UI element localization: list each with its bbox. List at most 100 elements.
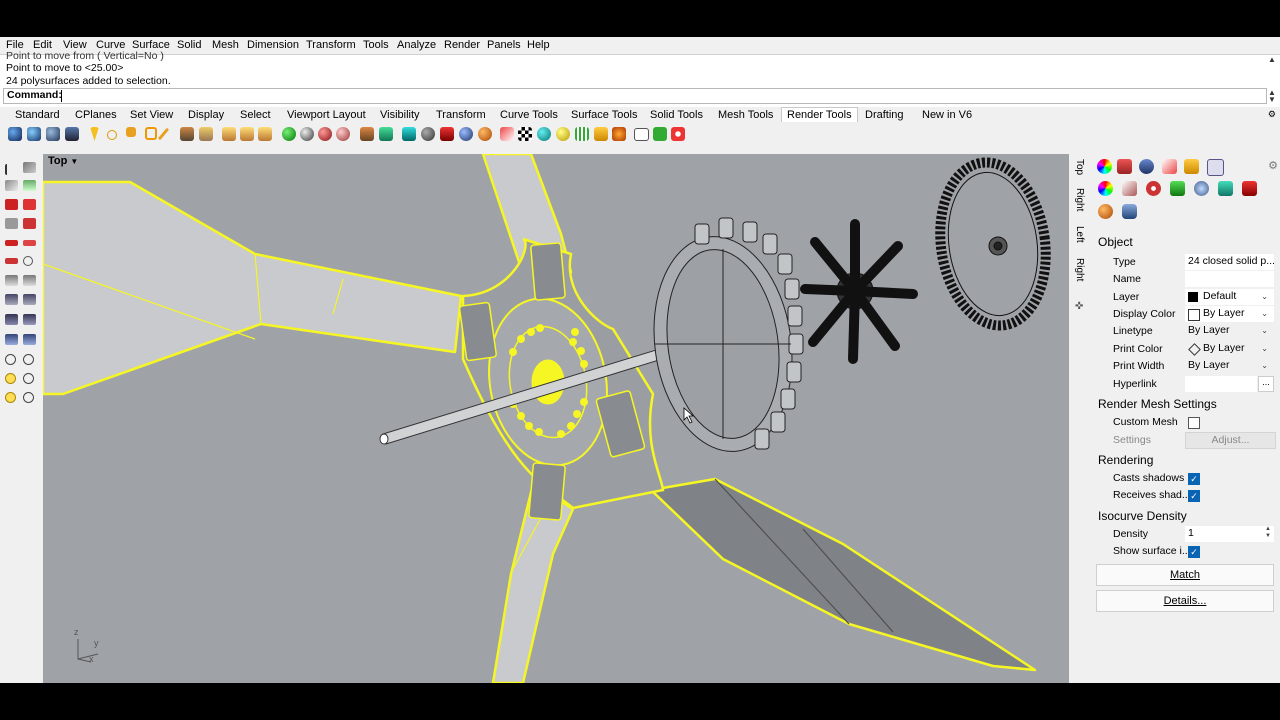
material-tab-icon[interactable] xyxy=(1117,159,1132,174)
linear-light-icon[interactable] xyxy=(157,127,170,141)
mesh-icon[interactable] xyxy=(5,314,18,325)
render-sphere-orange-icon[interactable] xyxy=(478,127,492,141)
tab-set-view[interactable]: Set View xyxy=(130,109,173,121)
sun-settings-icon[interactable] xyxy=(612,127,626,141)
red-box-icon[interactable] xyxy=(1242,181,1257,196)
add-view-icon[interactable]: ✜ xyxy=(1075,301,1083,312)
viewport-top[interactable]: Top ▼ z y x xyxy=(43,154,1069,683)
tab-select[interactable]: Select xyxy=(240,109,271,121)
folder-icon[interactable] xyxy=(594,127,608,141)
loft-icon[interactable] xyxy=(23,275,36,286)
object-color-icon[interactable] xyxy=(1098,181,1113,196)
texture-mapping-icon[interactable] xyxy=(459,127,473,141)
tab-new-in-v6[interactable]: New in V6 xyxy=(922,109,972,121)
zoom-icon[interactable] xyxy=(556,127,570,141)
tab-drafting[interactable]: Drafting xyxy=(865,109,904,121)
menu-render[interactable]: Render xyxy=(444,39,480,51)
menu-tools[interactable]: Tools xyxy=(363,39,389,51)
render-region-icon[interactable] xyxy=(65,127,79,141)
texture-icon[interactable] xyxy=(360,127,374,141)
point-icon[interactable] xyxy=(23,162,36,173)
command-input[interactable]: Command: xyxy=(3,88,1267,104)
curve-icon[interactable] xyxy=(5,218,18,229)
sun-icon[interactable] xyxy=(222,127,236,141)
brush-icon[interactable] xyxy=(1122,181,1137,196)
cube-icon[interactable] xyxy=(1218,181,1233,196)
tab-surface-tools[interactable]: Surface Tools xyxy=(571,109,637,121)
planet-icon[interactable] xyxy=(537,127,551,141)
layer-select[interactable]: Default ⌄ xyxy=(1185,289,1274,305)
render-preview-icon[interactable] xyxy=(27,127,41,141)
cylinder-icon[interactable] xyxy=(1122,204,1137,219)
linetype-select[interactable]: By Layer ⌄ xyxy=(1185,323,1274,339)
ellipse-icon[interactable] xyxy=(23,218,36,229)
grid-icon[interactable] xyxy=(575,127,589,141)
environment-icon[interactable] xyxy=(402,127,416,141)
surface-icon[interactable] xyxy=(5,258,18,264)
tab-display[interactable]: Display xyxy=(188,109,224,121)
transform-icon[interactable] xyxy=(5,334,18,345)
sphere-icon[interactable] xyxy=(23,256,33,266)
scroll-up-icon[interactable]: ▲ xyxy=(1267,55,1277,69)
chevron-down-icon[interactable]: ▼ xyxy=(70,157,78,166)
spinner-icon[interactable]: ▲ ▼ xyxy=(1265,526,1271,540)
print-width-select[interactable]: By Layer ⌄ xyxy=(1185,358,1274,374)
adjust-button[interactable]: Adjust... xyxy=(1185,432,1276,449)
circle-icon[interactable] xyxy=(5,199,18,210)
view-tab-right-2[interactable]: Right xyxy=(1074,258,1085,281)
view-tab-right[interactable]: Right xyxy=(1074,188,1085,211)
boolean-icon[interactable] xyxy=(5,294,18,305)
sphere-mat-icon[interactable] xyxy=(1098,204,1113,219)
paint-brush-icon[interactable] xyxy=(500,127,514,141)
render-mat-icon[interactable] xyxy=(1146,181,1161,196)
color-wheel-icon[interactable] xyxy=(1097,159,1112,174)
snap-icon[interactable] xyxy=(5,373,16,384)
tab-visibility[interactable]: Visibility xyxy=(380,109,420,121)
details-button[interactable]: Details... xyxy=(1096,590,1274,612)
decal-icon[interactable] xyxy=(379,127,393,141)
print-color-select[interactable]: By Layer ⌄ xyxy=(1185,341,1274,357)
array-icon[interactable] xyxy=(23,334,36,345)
tab-transform[interactable]: Transform xyxy=(436,109,486,121)
analyze-icon[interactable] xyxy=(23,314,36,325)
menu-panels[interactable]: Panels xyxy=(487,39,521,51)
menu-analyze[interactable]: Analyze xyxy=(397,39,436,51)
light-target-icon[interactable] xyxy=(240,127,254,141)
fillet-icon[interactable] xyxy=(23,294,36,305)
gumball-icon[interactable] xyxy=(23,392,34,403)
hyperlink-input[interactable] xyxy=(1185,376,1257,392)
menu-help[interactable]: Help xyxy=(527,39,550,51)
extrude-icon[interactable] xyxy=(5,275,18,286)
point-light-icon[interactable] xyxy=(107,130,117,140)
spotlight-icon[interactable] xyxy=(90,127,99,141)
render-sphere-icon[interactable] xyxy=(8,127,22,141)
menu-dimension[interactable]: Dimension xyxy=(247,39,299,51)
menu-transform[interactable]: Transform xyxy=(306,39,356,51)
settings-gear-icon[interactable]: ⚙ xyxy=(1268,159,1278,172)
material-match-icon[interactable] xyxy=(336,127,350,141)
viewport-title[interactable]: Top ▼ xyxy=(48,155,78,167)
show-surface-checkbox[interactable]: ✓ xyxy=(1188,546,1200,558)
tab-curve-tools[interactable]: Curve Tools xyxy=(500,109,558,121)
display-color-select[interactable]: By Layer ⌄ xyxy=(1185,306,1274,322)
light-hotspot-icon[interactable] xyxy=(258,127,272,141)
polyline-icon[interactable] xyxy=(23,180,36,191)
tab-cplanes[interactable]: CPlanes xyxy=(75,109,117,121)
tab-standard[interactable]: Standard xyxy=(15,109,60,121)
render-window-icon[interactable] xyxy=(46,127,60,141)
decal-tab-icon[interactable] xyxy=(1162,159,1177,174)
render-content-icon[interactable] xyxy=(440,127,454,141)
tab-render-tools[interactable]: Render Tools xyxy=(781,107,858,122)
custom-mesh-checkbox[interactable] xyxy=(1188,417,1200,429)
rectangle-icon[interactable] xyxy=(5,240,18,246)
environment-tab-icon[interactable] xyxy=(1194,181,1209,196)
menu-mesh[interactable]: Mesh xyxy=(212,39,239,51)
zoom-window-icon[interactable] xyxy=(23,354,34,365)
rectangular-light-icon[interactable] xyxy=(145,127,157,140)
casts-shadows-checkbox[interactable]: ✓ xyxy=(1188,473,1200,485)
layer-tab-icon[interactable] xyxy=(1207,159,1224,176)
view-tab-left[interactable]: Left xyxy=(1074,226,1085,243)
directional-light-icon[interactable] xyxy=(126,127,136,137)
material-editor-icon[interactable] xyxy=(300,127,314,141)
viewport-capture-icon[interactable] xyxy=(634,128,649,141)
